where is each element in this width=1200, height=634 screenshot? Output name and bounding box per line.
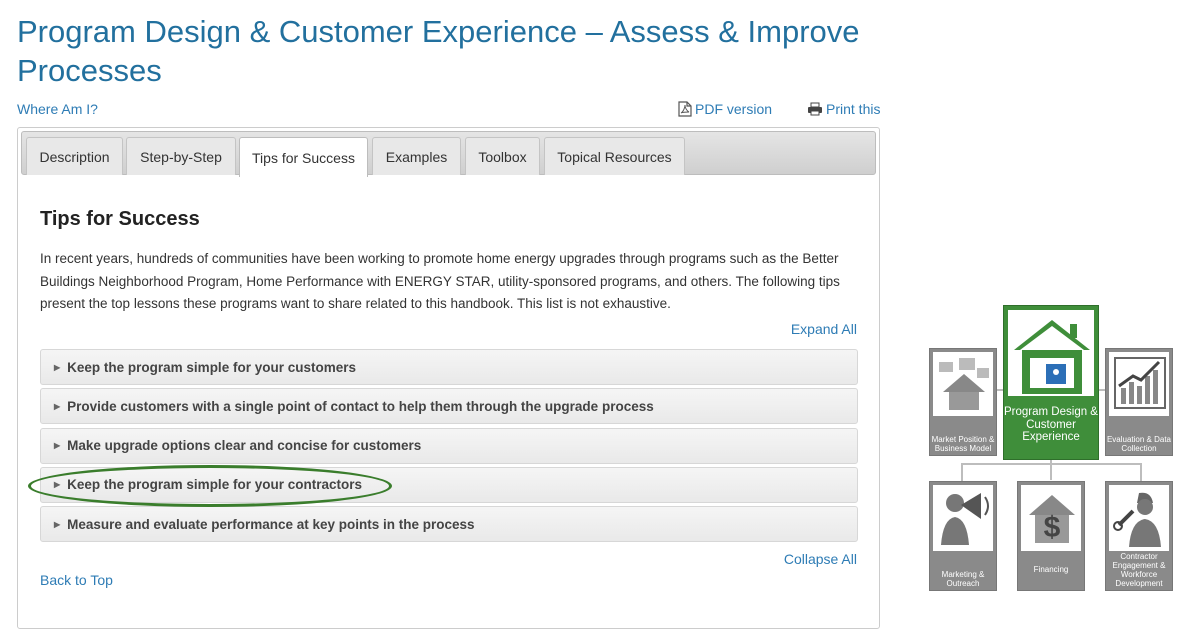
print-link[interactable]: Print this [807, 101, 880, 117]
section-heading: Tips for Success [40, 208, 200, 230]
where-am-i-link[interactable]: Where Am I? [17, 101, 98, 117]
marketing-box: Marketing & Outreach [929, 481, 997, 591]
worker-icon [1113, 492, 1161, 547]
pdf-icon [678, 101, 692, 117]
market-position-label: Market Position & Business Model [931, 435, 995, 453]
tab-step-by-step[interactable]: Step-by-Step [126, 137, 236, 175]
accordion-item[interactable]: ▶ Provide customers with a single point o… [40, 388, 858, 425]
houses-icon [939, 358, 989, 410]
content-panel: Description Step-by-Step Tips for Succes… [17, 127, 880, 629]
tab-toolbox[interactable]: Toolbox [465, 137, 540, 175]
accordion-item[interactable]: ▶ Make upgrade options clear and concise … [40, 427, 858, 464]
print-label: Print this [826, 101, 881, 117]
accordion-item-label: Keep the program simple for your custome… [67, 359, 356, 375]
megaphone-icon [941, 493, 989, 545]
highlight-ellipse [28, 465, 392, 507]
contractor-label: Contractor Engagement & Workforce Develo… [1112, 552, 1166, 588]
intro-paragraph: In recent years, hundreds of communities… [40, 251, 840, 311]
market-position-box: Market Position & Business Model [929, 348, 997, 456]
back-to-top-link[interactable]: Back to Top [40, 572, 113, 588]
page-title: Program Design & Customer Experience – A… [17, 14, 860, 88]
program-design-box: Program Design & Customer Experience [1003, 305, 1099, 460]
svg-text:$: $ [1044, 511, 1061, 544]
tab-bar: Description Step-by-Step Tips for Succes… [21, 131, 876, 177]
program-design-label: Program Design & Customer Experience [1004, 406, 1098, 443]
tab-topical-resources[interactable]: Topical Resources [544, 137, 685, 175]
connector-line [961, 463, 963, 481]
collapse-all-link[interactable]: Collapse All [784, 551, 857, 567]
marketing-label: Marketing & Outreach [941, 570, 985, 588]
accordion-item-label: Make upgrade options clear and concise f… [67, 438, 422, 454]
pdf-version-link[interactable]: PDF version [678, 101, 772, 117]
contractor-box: Contractor Engagement & Workforce Develo… [1105, 481, 1173, 591]
financing-label: Financing [1033, 565, 1069, 574]
accordion-item-label: Measure and evaluate performance at key … [67, 516, 475, 532]
tips-accordion: ▶ Keep the program simple for your custom… [40, 349, 858, 545]
pdf-version-label: PDF version [695, 101, 773, 117]
connector-line [1140, 463, 1142, 481]
print-icon [808, 102, 822, 116]
tab-examples[interactable]: Examples [372, 137, 461, 175]
chart-icon [1114, 357, 1166, 409]
evaluation-label: Evaluation & Data Collection [1106, 435, 1172, 453]
handbook-diagram: Market Position & Business Model Program… [925, 303, 1175, 593]
financing-box: $ Financing [1017, 481, 1085, 591]
tab-tips-for-success[interactable]: Tips for Success [239, 137, 368, 177]
accordion-item-label: Provide customers with a single point of… [67, 398, 654, 414]
house-icon [1014, 320, 1090, 394]
caret-right-icon: ▶ [54, 362, 61, 372]
tab-description[interactable]: Description [26, 137, 123, 175]
caret-right-icon: ▶ [54, 519, 61, 529]
connector-line [1050, 460, 1052, 480]
caret-right-icon: ▶ [54, 401, 61, 411]
evaluation-box: Evaluation & Data Collection [1105, 348, 1173, 456]
dollar-house-icon: $ [1029, 495, 1075, 544]
expand-all-link[interactable]: Expand All [791, 321, 857, 337]
accordion-item[interactable]: ▶ Measure and evaluate performance at key… [40, 506, 858, 543]
caret-right-icon: ▶ [54, 441, 61, 451]
accordion-item[interactable]: ▶ Keep the program simple for your custom… [40, 349, 858, 385]
